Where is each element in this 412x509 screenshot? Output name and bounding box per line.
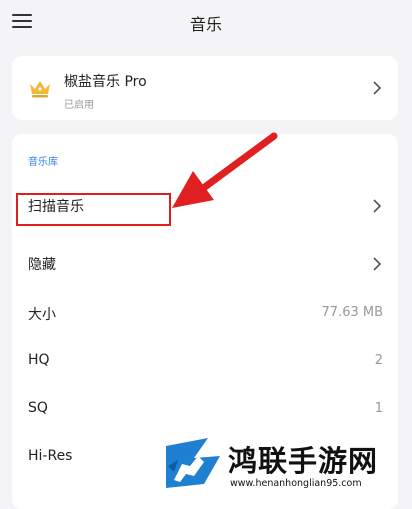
hidden-row[interactable]: 隐藏: [12, 242, 398, 286]
row-label: 隐藏: [28, 257, 56, 273]
chevron-right-icon: [373, 199, 382, 213]
chevron-right-icon: [373, 257, 382, 271]
red-arrow-icon: [172, 132, 278, 208]
section-title: 音乐库: [28, 157, 58, 168]
crown-icon: [30, 81, 50, 98]
horse-logo-icon: [164, 436, 222, 490]
row-value: 1: [374, 401, 383, 416]
pro-status: 已启用: [64, 100, 94, 111]
highlight-box: [16, 193, 171, 226]
pro-membership-card[interactable]: 椒盐音乐 Pro 已启用: [12, 56, 398, 120]
pro-title: 椒盐音乐 Pro: [64, 74, 147, 90]
row-label: SQ: [28, 400, 48, 416]
top-bar: 音乐: [0, 0, 412, 48]
watermark-title: 鸿联手游网: [228, 444, 379, 478]
chevron-right-icon: [373, 81, 382, 95]
size-row: 大小 77.63 MB: [12, 292, 398, 336]
row-value: 2: [374, 353, 383, 368]
watermark: 鸿联手游网 www.henanhonglian95.com: [164, 436, 412, 495]
page-title: 音乐: [189, 15, 222, 34]
row-label: Hi-Res: [28, 448, 73, 464]
hq-row: HQ 2: [12, 340, 398, 384]
row-label: HQ: [28, 352, 50, 368]
row-label: 大小: [28, 307, 56, 323]
sq-row: SQ 1: [12, 388, 398, 432]
row-value: 77.63 MB: [321, 305, 383, 320]
watermark-url: www.henanhonglian95.com: [230, 478, 362, 489]
